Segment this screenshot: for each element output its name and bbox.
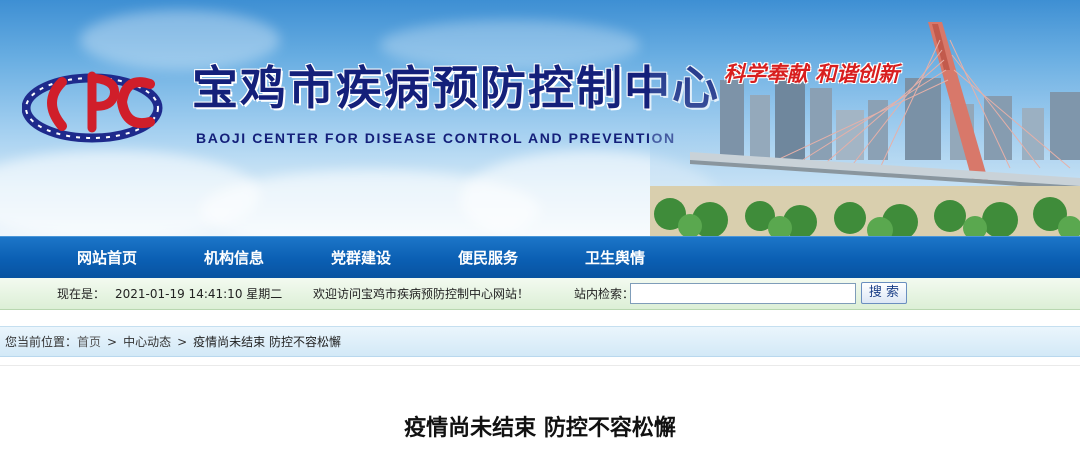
nav-item-health-opinion[interactable]: 卫生舆情 — [585, 237, 645, 279]
nav-item-institution[interactable]: 机构信息 — [204, 237, 264, 279]
slogan: 科学奉献 和谐创新 — [724, 61, 900, 86]
nav-item-party-building[interactable]: 党群建设 — [331, 237, 391, 279]
breadcrumb-section-link[interactable]: 中心动态 — [123, 335, 171, 349]
cdc-logo — [22, 71, 163, 143]
breadcrumb-home-link[interactable]: 首页 — [77, 335, 101, 349]
city-bridge-illustration — [650, 0, 1080, 236]
info-bar: 现在是： 2021-01-19 14:41:10 星期二 欢迎访问宝鸡市疾病预防… — [0, 278, 1080, 310]
breadcrumb-prefix: 您当前位置： — [5, 335, 78, 349]
article-title: 疫情尚未结束 防控不容松懈 — [404, 416, 676, 441]
breadcrumb: 您当前位置：首页 > 中心动态 > 疫情尚未结束 防控不容松懈 — [0, 326, 1080, 357]
site-title-en: BAOJI CENTER FOR DISEASE CONTROL AND PRE… — [196, 130, 676, 146]
content-divider — [0, 365, 1080, 366]
breadcrumb-separator: > — [107, 335, 118, 349]
current-datetime: 2021-01-19 14:41:10 星期二 — [115, 287, 283, 301]
header-banner: 宝鸡市疾病预防控制中心 BAOJI CENTER FOR DISEASE CON… — [0, 0, 1080, 236]
nav-item-home[interactable]: 网站首页 — [77, 237, 137, 279]
breadcrumb-current: 疫情尚未结束 防控不容松懈 — [193, 335, 341, 349]
main-nav: 网站首页 机构信息 党群建设 便民服务 卫生舆情 — [0, 236, 1080, 278]
search-button[interactable]: 搜 索 — [861, 282, 907, 304]
breadcrumb-separator: > — [177, 335, 188, 349]
site-title-cn: 宝鸡市疾病预防控制中心 — [192, 61, 720, 115]
nav-item-public-service[interactable]: 便民服务 — [458, 237, 518, 279]
now-label: 现在是： — [57, 287, 106, 301]
search-label: 站内检索： — [574, 287, 635, 301]
site-search-input[interactable] — [630, 283, 856, 304]
welcome-text: 欢迎访问宝鸡市疾病预防控制中心网站！ — [313, 287, 530, 301]
